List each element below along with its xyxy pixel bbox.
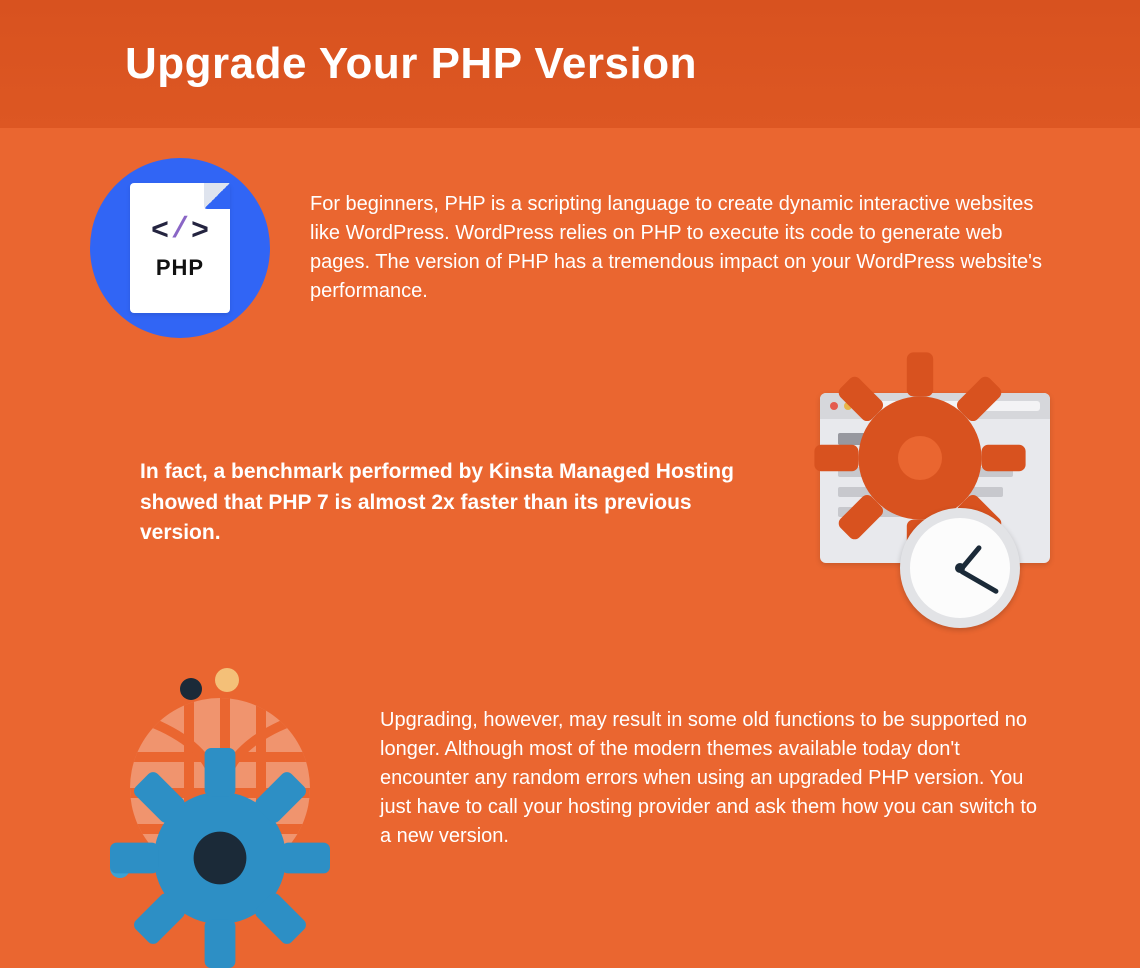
globe-gear-icon	[90, 668, 330, 888]
upgrade-text: Upgrading, however, may result in some o…	[380, 706, 1050, 851]
benchmark-text: In fact, a benchmark performed by Kinsta…	[140, 457, 760, 548]
page-header: Upgrade Your PHP Version	[0, 0, 1140, 128]
clock-icon	[900, 508, 1020, 628]
php-icon: </> PHP	[90, 158, 270, 338]
intro-text: For beginners, PHP is a scripting langua…	[310, 190, 1050, 306]
section-benchmark: In fact, a benchmark performed by Kinsta…	[90, 393, 1050, 613]
code-icon: </>	[151, 215, 209, 249]
browser-speed-icon	[790, 393, 1050, 613]
php-label: PHP	[156, 255, 204, 281]
gear-icon	[100, 748, 340, 968]
content: </> PHP For beginners, PHP is a scriptin…	[0, 128, 1140, 888]
section-intro: </> PHP For beginners, PHP is a scriptin…	[90, 158, 1050, 338]
page-title: Upgrade Your PHP Version	[125, 39, 697, 89]
section-upgrade: Upgrading, however, may result in some o…	[90, 668, 1050, 888]
